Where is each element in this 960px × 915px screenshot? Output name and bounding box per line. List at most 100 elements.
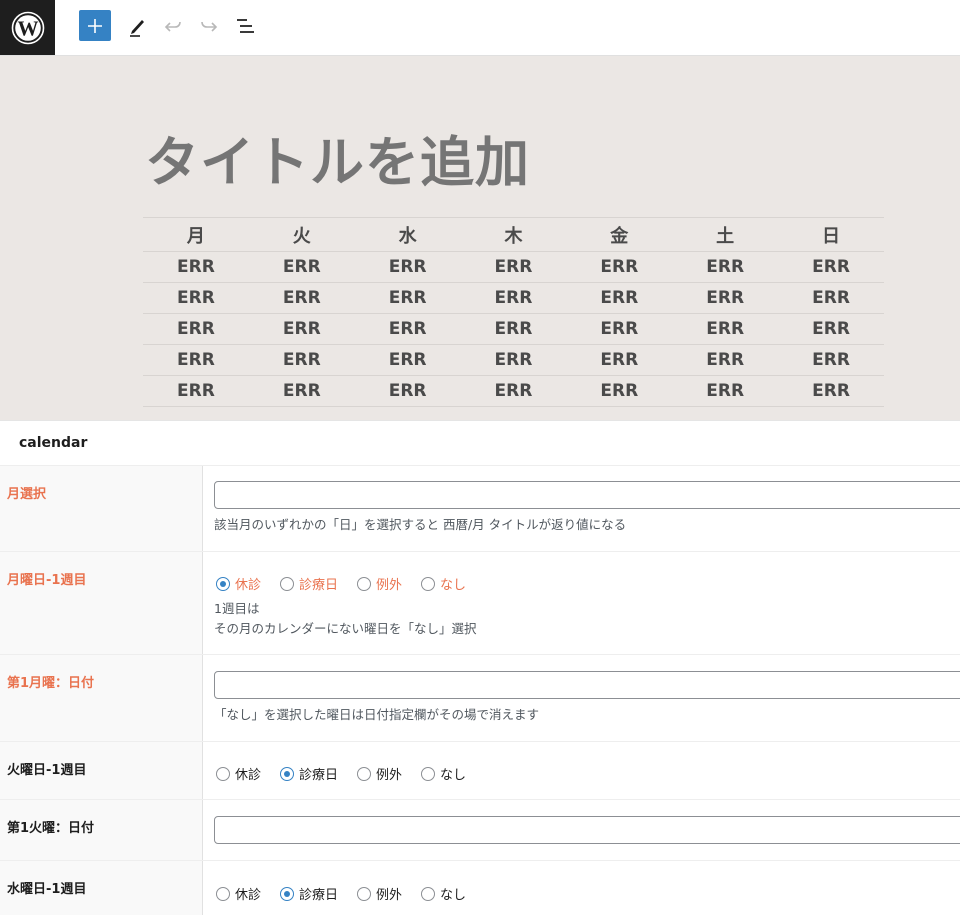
radio-label: 例外	[376, 578, 403, 593]
mon-week1-date-input[interactable]	[214, 671, 960, 699]
field-label: 水曜日-1週目	[7, 882, 87, 897]
tue-week1-date-input[interactable]	[214, 816, 960, 844]
calendar-cell: ERR	[778, 344, 884, 376]
radio-option-closed[interactable]: 休診	[216, 764, 261, 783]
field-label: 火曜日-1週目	[7, 763, 87, 778]
radio-button[interactable]	[357, 576, 372, 591]
calendar-cell: ERR	[248, 313, 355, 345]
pencil-icon	[130, 20, 144, 37]
calendar-cell: ERR	[354, 313, 461, 345]
calendar-row: ERR ERR ERR ERR ERR ERR ERR	[143, 251, 884, 283]
redo-icon	[201, 21, 218, 32]
calendar-cell: ERR	[460, 344, 567, 376]
field-row-mon-week1-date: 第1月曜：日付 「なし」を選択した曜日は日付指定欄がその場で消えます	[0, 654, 960, 742]
radio-option-closed[interactable]: 休診	[216, 884, 261, 903]
calendar-cell: ERR	[566, 251, 673, 283]
post-title-field[interactable]: タイトルを追加	[145, 118, 530, 197]
calendar-cell: ERR	[566, 313, 673, 345]
radio-button[interactable]	[421, 886, 436, 901]
radio-label: 例外	[376, 768, 403, 783]
radio-option-none[interactable]: なし	[421, 884, 466, 903]
field-label: 第1火曜：日付	[7, 821, 95, 836]
radio-option-open[interactable]: 診療日	[280, 884, 338, 903]
radio-option-exception[interactable]: 例外	[357, 574, 402, 593]
radio-button[interactable]	[216, 886, 230, 901]
calendar-cell: ERR	[248, 282, 355, 314]
radio-button[interactable]	[280, 766, 295, 781]
radio-label: なし	[440, 768, 467, 783]
add-block-button[interactable]	[79, 10, 111, 41]
field-description: 「なし」を選択した曜日は日付指定欄がその場で消えます	[214, 707, 540, 722]
document-overview-button[interactable]	[232, 13, 258, 39]
calendar-cell: ERR	[778, 282, 884, 314]
radio-option-none[interactable]: なし	[421, 764, 466, 783]
undo-button[interactable]	[160, 13, 186, 39]
calendar-cell: ERR	[778, 313, 884, 345]
plus-icon	[88, 18, 102, 33]
calendar-cell: ERR	[778, 251, 884, 283]
undo-icon	[164, 21, 181, 32]
field-label-cell: 第1火曜：日付	[0, 800, 203, 861]
month-select-input[interactable]	[214, 481, 960, 509]
radio-option-open[interactable]: 診療日	[280, 764, 338, 783]
field-label-cell: 火曜日-1週目	[0, 742, 203, 800]
calendar-header-sun: 日	[778, 217, 884, 252]
field-row-mon-week1: 月曜日-1週目 休診 診療日 例外 なし 1週目は その月のカレンダーにない曜日…	[0, 551, 960, 655]
radio-button[interactable]	[216, 766, 230, 781]
calendar-header-sat: 土	[672, 217, 779, 252]
radio-button[interactable]	[357, 766, 372, 781]
calendar-cell: ERR	[460, 375, 567, 407]
radio-option-closed[interactable]: 休診	[216, 574, 261, 593]
field-label-cell: 月曜日-1週目	[0, 552, 203, 655]
calendar-cell: ERR	[672, 313, 779, 345]
calendar-header-thu: 木	[460, 217, 567, 252]
svg-text:W: W	[17, 16, 38, 40]
calendar-cell: ERR	[143, 344, 249, 376]
radio-button[interactable]	[280, 886, 295, 901]
radio-label: なし	[440, 888, 467, 903]
calendar-cell: ERR	[143, 313, 249, 345]
tools-button[interactable]	[124, 13, 150, 39]
calendar-cell: ERR	[672, 344, 779, 376]
radio-option-open[interactable]: 診療日	[280, 574, 338, 593]
field-row-month-select: 月選択 該当月のいずれかの「日」を選択すると 西暦/月 タイトルが返り値になる	[0, 465, 960, 552]
radio-option-none[interactable]: なし	[421, 574, 466, 593]
calendar-row: ERR ERR ERR ERR ERR ERR ERR	[143, 282, 884, 314]
radio-option-exception[interactable]: 例外	[357, 884, 402, 903]
calendar-header-mon: 月	[143, 217, 249, 252]
radio-label: 診療日	[299, 768, 339, 783]
radio-button[interactable]	[216, 576, 230, 591]
field-description: 1週目は	[214, 601, 260, 616]
calendar-row: ERR ERR ERR ERR ERR ERR ERR	[143, 375, 884, 407]
calendar-cell: ERR	[354, 375, 461, 407]
field-label-cell: 月選択	[0, 466, 203, 552]
metabox-header[interactable]: calendar	[0, 420, 960, 466]
calendar-cell: ERR	[143, 282, 249, 314]
radio-button[interactable]	[421, 576, 436, 591]
calendar-cell: ERR	[248, 344, 355, 376]
field-description: その月のカレンダーにない曜日を「なし」選択	[214, 621, 477, 636]
radio-option-exception[interactable]: 例外	[357, 764, 402, 783]
calendar-cell: ERR	[143, 375, 249, 407]
calendar-cell: ERR	[672, 251, 779, 283]
editor-toolbar: W	[0, 0, 960, 56]
radio-label: なし	[440, 578, 467, 593]
calendar-cell: ERR	[354, 251, 461, 283]
radio-button[interactable]	[280, 576, 295, 591]
field-row-tue-week1-date: 第1火曜：日付	[0, 799, 960, 861]
calendar-cell: ERR	[566, 344, 673, 376]
list-view-icon	[237, 19, 254, 33]
calendar-cell: ERR	[354, 344, 461, 376]
field-row-tue-week1: 火曜日-1週目 休診 診療日 例外 なし	[0, 741, 960, 800]
radio-label: 診療日	[299, 888, 339, 903]
calendar-cell: ERR	[566, 375, 673, 407]
wordpress-logo-button[interactable]: W	[0, 0, 55, 55]
radio-label: 診療日	[299, 578, 339, 593]
radio-label: 例外	[376, 888, 403, 903]
redo-button[interactable]	[196, 13, 222, 39]
calendar-cell: ERR	[143, 251, 249, 283]
radio-button[interactable]	[357, 886, 372, 901]
radio-button[interactable]	[421, 766, 436, 781]
wordpress-logo-icon: W	[11, 11, 44, 44]
field-label: 月選択	[7, 487, 47, 502]
